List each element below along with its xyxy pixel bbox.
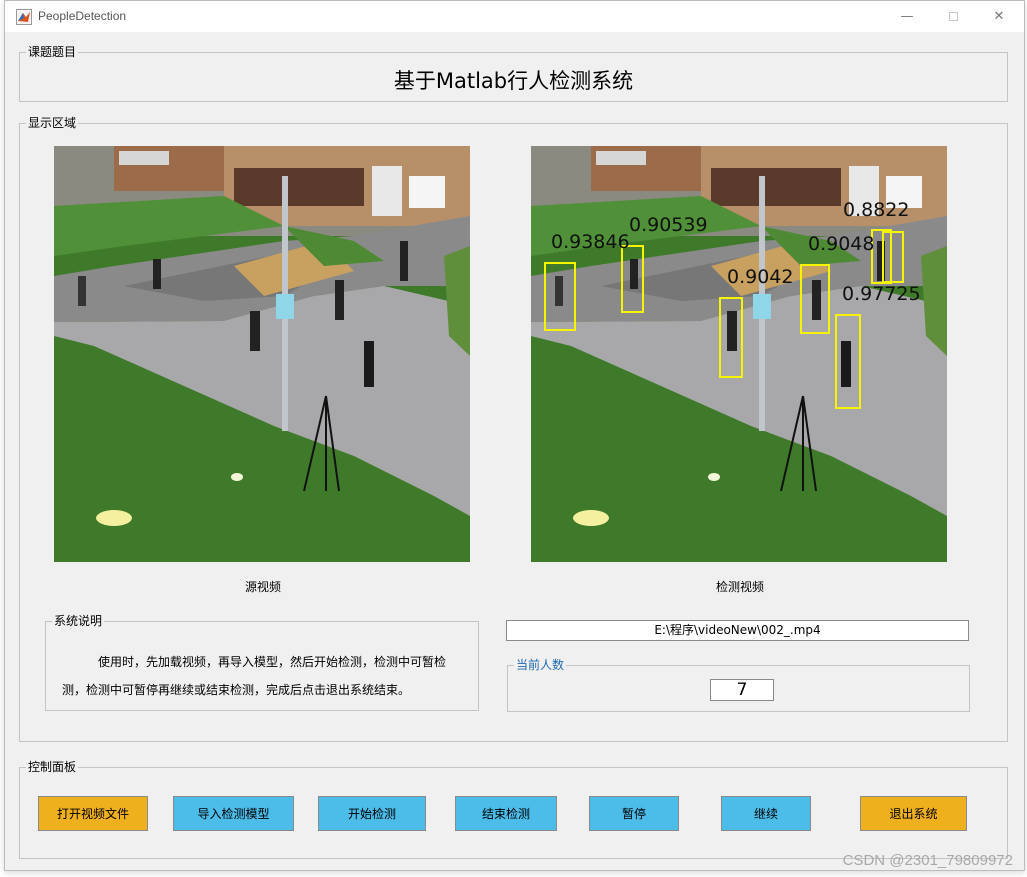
display-panel-label: 显示区域 (26, 116, 79, 130)
file-path-field[interactable]: E:\程序\videoNew\002_.mp4 (506, 620, 969, 641)
matlab-icon (16, 9, 32, 25)
source-video (54, 146, 470, 562)
app-window: PeopleDetection — ✕ 课题题目 基于Matlab行人检测系统 … (4, 0, 1025, 871)
detection-video-caption: 检测视频 (715, 580, 764, 594)
import-model-button[interactable]: 导入检测模型 (173, 796, 294, 831)
minimize-icon[interactable]: — (884, 1, 930, 32)
source-video-caption: 源视频 (244, 580, 281, 594)
detection-score: 0.8822 (843, 199, 909, 221)
description-panel-label: 系统说明 (52, 614, 105, 628)
topic-panel-label: 课题题目 (26, 45, 79, 59)
count-panel: 当前人数 7 (507, 658, 970, 712)
maximize-icon[interactable] (930, 1, 976, 32)
open-video-button[interactable]: 打开视频文件 (38, 796, 148, 831)
detection-video-frame: 0.93846 0.90539 0.8822 0.9048 0.9042 0.9… (531, 146, 947, 562)
close-icon[interactable]: ✕ (976, 1, 1022, 32)
detection-video: 0.93846 0.90539 0.8822 0.9048 0.9042 0.9… (531, 146, 947, 562)
detection-score: 0.93846 (551, 231, 630, 253)
detection-score: 0.90539 (629, 214, 708, 236)
topic-panel: 课题题目 基于Matlab行人检测系统 (19, 45, 1008, 102)
description-text: 使用时，先加载视频，再导入模型，然后开始检测，检测中可暂检测，检测中可暂停再继续… (62, 655, 447, 697)
person-count-field[interactable]: 7 (710, 679, 774, 701)
start-detect-button[interactable]: 开始检测 (318, 796, 426, 831)
detection-score: 0.9048 (808, 233, 874, 255)
source-video-frame (54, 146, 470, 562)
pause-button[interactable]: 暂停 (589, 796, 679, 831)
description-panel: 系统说明 使用时，先加载视频，再导入模型，然后开始检测，检测中可暂检测，检测中可… (45, 614, 479, 711)
window-title: PeopleDetection (38, 9, 127, 23)
count-panel-label: 当前人数 (514, 658, 567, 672)
exit-button[interactable]: 退出系统 (860, 796, 967, 831)
page-title: 基于Matlab行人检测系统 (393, 69, 634, 93)
detection-score: 0.97725 (842, 283, 921, 305)
watermark: CSDN @2301_79809972 (842, 852, 1013, 869)
resume-button[interactable]: 继续 (721, 796, 811, 831)
control-panel-label: 控制面板 (26, 760, 79, 774)
end-detect-button[interactable]: 结束检测 (455, 796, 557, 831)
detection-score: 0.9042 (727, 266, 793, 288)
title-bar: PeopleDetection — ✕ (5, 1, 1024, 32)
